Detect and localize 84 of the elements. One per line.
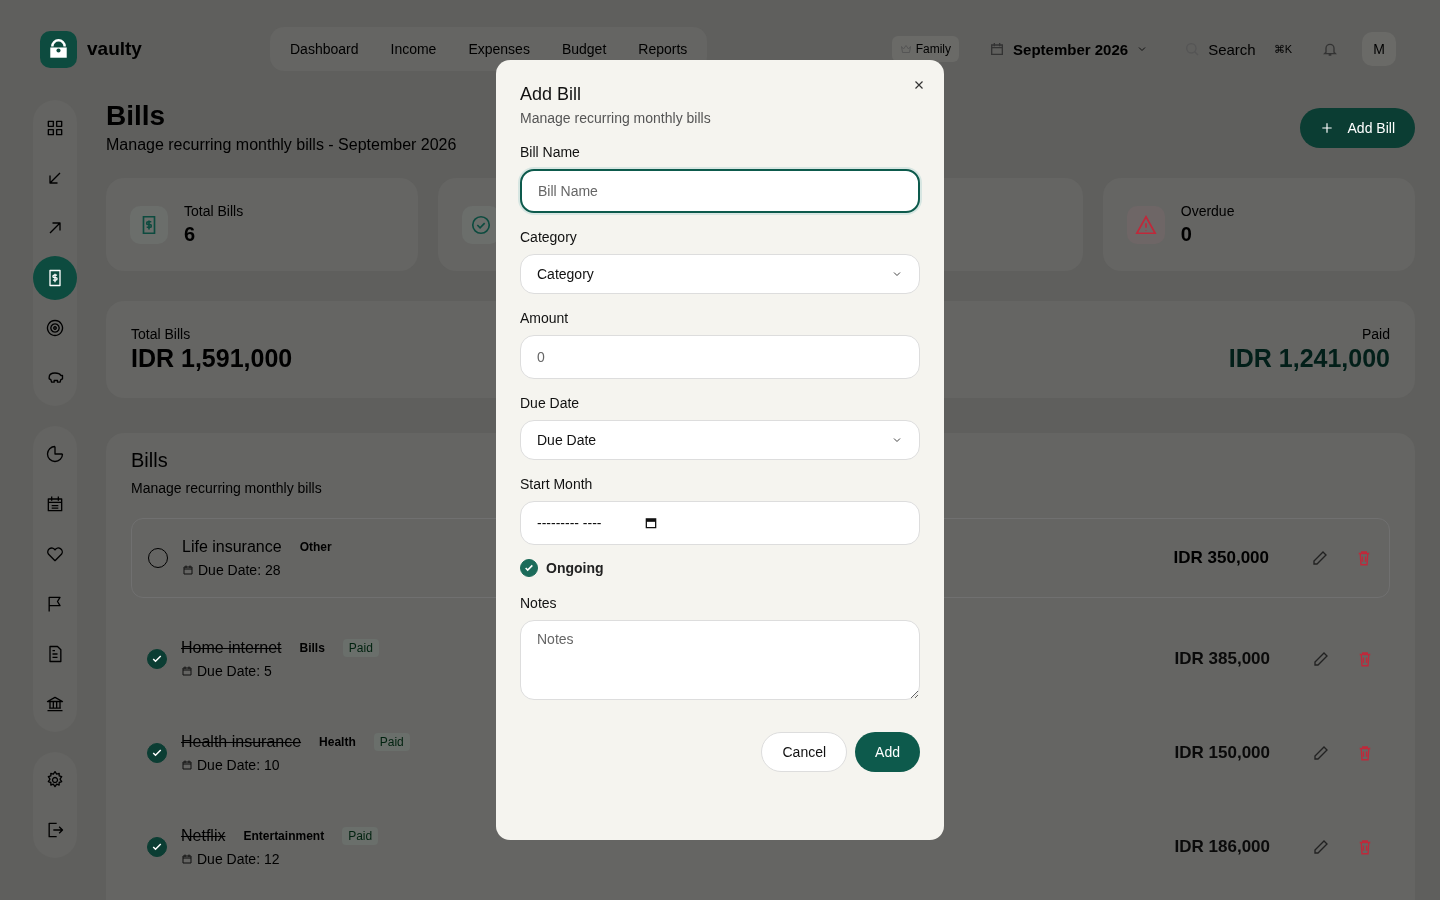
calendar-icon bbox=[181, 665, 193, 677]
bill-amount: IDR 150,000 bbox=[1174, 743, 1270, 763]
paid-badge: Paid bbox=[342, 639, 379, 657]
paid-badge: Paid bbox=[373, 733, 410, 751]
summary-value: IDR 1,241,000 bbox=[1228, 344, 1390, 373]
stat-label: Overdue bbox=[1180, 203, 1235, 219]
paid-checkbox[interactable] bbox=[147, 743, 167, 763]
grid-icon bbox=[45, 118, 65, 138]
field-label: Notes bbox=[520, 595, 558, 611]
user-avatar[interactable]: M bbox=[1362, 32, 1396, 66]
bill-name: Life insurance bbox=[182, 538, 282, 556]
edit-icon[interactable] bbox=[1312, 650, 1330, 668]
warning-icon bbox=[1126, 205, 1165, 244]
pie-chart-icon bbox=[45, 444, 65, 464]
field-label: Due Date bbox=[520, 395, 581, 411]
shortcut-key: ⌘K bbox=[1273, 42, 1292, 56]
notes-field[interactable]: Notes bbox=[520, 620, 920, 700]
section-subtitle: Manage recurring monthly bills bbox=[131, 480, 322, 496]
family-chip[interactable]: Family bbox=[891, 36, 960, 62]
bill-name: Netflix bbox=[181, 827, 226, 845]
add-bill-button[interactable]: Add Bill bbox=[1299, 108, 1415, 148]
edit-icon[interactable] bbox=[1311, 549, 1329, 567]
ongoing-checkbox[interactable] bbox=[520, 559, 538, 577]
plus-icon bbox=[1319, 121, 1334, 135]
section-title: Bills bbox=[131, 449, 169, 472]
bill-amount: IDR 350,000 bbox=[1173, 548, 1269, 568]
page-subtitle: Manage recurring monthly bills - September 2026 bbox=[106, 136, 457, 154]
calendar-icon bbox=[181, 759, 193, 771]
calendar-icon bbox=[45, 494, 65, 514]
category-tag: Bills bbox=[299, 641, 325, 655]
dialog-subtitle: Manage recurring monthly bills bbox=[520, 110, 712, 126]
stat-value: 0 bbox=[1180, 223, 1193, 246]
target-icon bbox=[45, 318, 65, 338]
bill-name: Home internet bbox=[181, 639, 282, 657]
bank-icon bbox=[45, 694, 65, 714]
cancel-button[interactable]: Cancel bbox=[761, 732, 848, 772]
due-date: Due Date: 5 bbox=[197, 663, 272, 679]
summary-label: Paid bbox=[1360, 326, 1390, 342]
checkbox-label: Ongoing bbox=[546, 560, 604, 576]
bill-icon bbox=[130, 205, 168, 244]
settings-icon bbox=[45, 770, 65, 790]
calendar-icon bbox=[181, 853, 193, 865]
calendar-icon bbox=[989, 41, 1006, 57]
nav-link[interactable]: Dashboard bbox=[274, 33, 375, 65]
category-tag: Health bbox=[319, 735, 356, 749]
dialog-title: Add Bill bbox=[520, 84, 583, 105]
app-name: vaulty bbox=[87, 38, 142, 60]
paid-checkbox[interactable] bbox=[147, 837, 167, 857]
due-date: Due Date: 12 bbox=[197, 851, 280, 867]
edit-icon[interactable] bbox=[1312, 744, 1330, 762]
bill-amount: IDR 186,000 bbox=[1174, 837, 1270, 857]
stat-label: Total Bills bbox=[184, 203, 244, 219]
paid-badge: Paid bbox=[342, 827, 379, 845]
sidebar-item[interactable] bbox=[33, 256, 77, 300]
heart-icon bbox=[45, 544, 65, 564]
month-field[interactable]: --------- ---- bbox=[520, 501, 920, 545]
category-tag: Other bbox=[299, 540, 332, 554]
summary-value: IDR 1,591,000 bbox=[131, 344, 293, 373]
bill-name: Health insurance bbox=[181, 733, 302, 751]
select-field[interactable]: Category bbox=[520, 254, 920, 294]
nav-link[interactable]: Income bbox=[374, 33, 453, 65]
search-placeholder: Search bbox=[1208, 40, 1256, 58]
field-label: Category bbox=[520, 229, 578, 245]
field-label: Bill Name bbox=[520, 144, 581, 160]
page-title: Bills bbox=[106, 100, 167, 132]
paid-checkbox[interactable] bbox=[147, 649, 167, 669]
bell-icon[interactable] bbox=[1322, 41, 1338, 57]
add-button[interactable]: Add bbox=[855, 732, 920, 772]
due-date: Due Date: 10 bbox=[197, 757, 280, 773]
select-field[interactable]: Due Date bbox=[520, 420, 920, 460]
summary-label: Total Bills bbox=[131, 326, 192, 342]
calendar-icon bbox=[643, 516, 658, 530]
category-tag: Entertainment bbox=[243, 829, 325, 843]
field-label: Amount bbox=[520, 310, 570, 326]
bill-amount: IDR 385,000 bbox=[1174, 649, 1270, 669]
stat-value: 6 bbox=[184, 223, 197, 246]
input-field[interactable]: Bill Name bbox=[520, 169, 920, 213]
logo-icon bbox=[40, 30, 77, 68]
due-date: Due Date: 28 bbox=[198, 562, 281, 578]
month-picker[interactable]: September 2026 bbox=[983, 39, 1155, 59]
edit-icon[interactable] bbox=[1312, 838, 1330, 856]
calendar-icon bbox=[182, 564, 194, 576]
search-field[interactable]: Search ⌘K bbox=[1178, 39, 1298, 59]
field-label: Start Month bbox=[520, 476, 594, 492]
